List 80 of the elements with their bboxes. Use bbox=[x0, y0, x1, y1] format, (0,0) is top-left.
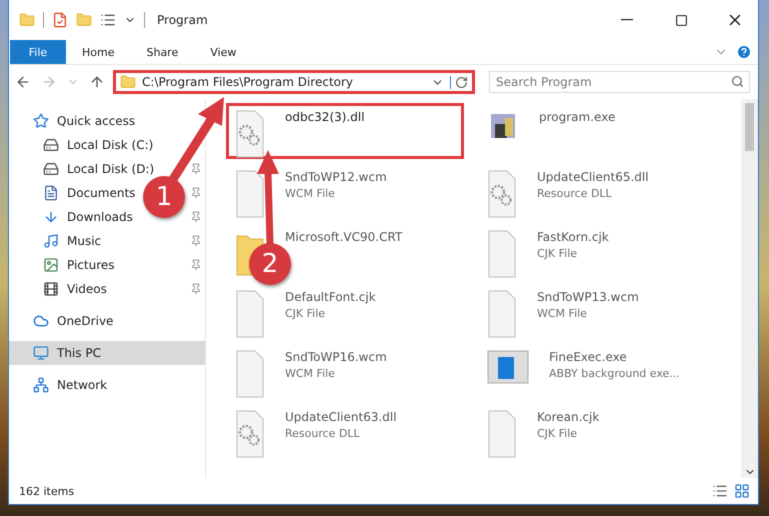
file-name[interactable]: Microsoft.VC90.CRT bbox=[285, 230, 402, 244]
sidebar-item[interactable]: Pictures bbox=[67, 258, 115, 272]
pin-icon[interactable] bbox=[190, 163, 202, 175]
file-type: Resource DLL bbox=[285, 427, 361, 440]
file-type: WCM File bbox=[285, 367, 336, 380]
search-field[interactable]: Search Program bbox=[489, 71, 750, 93]
file-name[interactable]: DefaultFont.cjk bbox=[285, 290, 376, 304]
refresh-icon[interactable] bbox=[450, 76, 468, 88]
file-name[interactable]: program.exe bbox=[539, 110, 616, 124]
sidebar-item[interactable]: Downloads bbox=[67, 210, 133, 224]
sidebar-item[interactable]: Music bbox=[67, 234, 102, 248]
sidebar-item[interactable]: Network bbox=[57, 378, 108, 392]
folder-icon[interactable] bbox=[76, 12, 92, 28]
gear-file-icon bbox=[487, 170, 517, 218]
file-name[interactable]: FastKorn.cjk bbox=[537, 230, 609, 244]
file-type: Resource DLL bbox=[537, 187, 613, 200]
address-bar[interactable]: C:\Program Files\Program Directory bbox=[113, 70, 475, 94]
file-name[interactable]: Korean.cjk bbox=[537, 410, 600, 424]
file-type: ABBY background exe... bbox=[549, 367, 680, 380]
gear-file-icon bbox=[235, 410, 265, 458]
cloud-icon bbox=[33, 313, 49, 329]
file-icon bbox=[487, 410, 517, 458]
pin-icon[interactable] bbox=[190, 211, 202, 223]
file-name[interactable]: SndToWP16.wcm bbox=[285, 350, 387, 364]
sidebar-item[interactable]: Documents bbox=[67, 186, 136, 200]
item-count: 162 items bbox=[19, 484, 76, 498]
details-view-icon[interactable] bbox=[712, 483, 728, 499]
sidebar-item[interactable]: This PC bbox=[57, 346, 101, 360]
gear-file-icon bbox=[235, 110, 265, 158]
file-type: CJK File bbox=[285, 307, 326, 320]
maximize-icon bbox=[674, 14, 688, 26]
file-type: CJK File bbox=[537, 427, 578, 440]
file-icon bbox=[235, 290, 265, 338]
folder-icon bbox=[120, 74, 136, 90]
file-name[interactable]: odbc32(3).dll bbox=[285, 110, 365, 124]
ribbon-tab[interactable]: Share bbox=[130, 40, 194, 64]
document-icon bbox=[43, 185, 59, 201]
help-icon[interactable] bbox=[736, 44, 752, 60]
pin-icon[interactable] bbox=[190, 187, 202, 199]
file-icon bbox=[487, 290, 517, 338]
film-icon bbox=[43, 281, 59, 297]
file-name[interactable]: UpdateClient65.dll bbox=[537, 170, 649, 184]
large-icons-view-icon[interactable] bbox=[734, 483, 750, 499]
application-window-icon bbox=[487, 350, 529, 384]
file-icon bbox=[487, 230, 517, 278]
pin-icon[interactable] bbox=[190, 283, 202, 295]
properties-icon[interactable] bbox=[100, 12, 116, 28]
monitor-icon bbox=[33, 345, 49, 361]
sidebar-item[interactable]: Quick access bbox=[57, 114, 136, 128]
file-name[interactable]: SndToWP13.wcm bbox=[537, 290, 639, 304]
pin-icon[interactable] bbox=[190, 259, 202, 271]
file-type: WCM File bbox=[537, 307, 588, 320]
ribbon-tab[interactable]: View bbox=[194, 40, 252, 64]
sidebar-item[interactable]: Videos bbox=[67, 282, 107, 296]
network-icon bbox=[33, 377, 49, 393]
minimize-icon bbox=[621, 19, 633, 21]
scrollbar-thumb[interactable] bbox=[745, 103, 754, 151]
search-icon bbox=[731, 75, 744, 88]
sidebar-item[interactable]: OneDrive bbox=[57, 314, 114, 328]
sidebar-item[interactable]: Local Disk (C:) bbox=[67, 138, 154, 152]
picture-icon bbox=[43, 257, 59, 273]
pin-icon[interactable] bbox=[190, 235, 202, 247]
sidebar-item[interactable]: Local Disk (D:) bbox=[67, 162, 154, 176]
checklist-icon[interactable] bbox=[52, 12, 68, 28]
file-name[interactable]: SndToWP12.wcm bbox=[285, 170, 387, 184]
window-title: Program bbox=[157, 13, 209, 27]
star-icon bbox=[33, 113, 49, 129]
drive-icon bbox=[43, 137, 59, 153]
folder-icon[interactable] bbox=[19, 12, 35, 28]
scrollbar[interactable] bbox=[741, 99, 758, 478]
ribbon-tab[interactable]: Home bbox=[66, 40, 130, 64]
file-type: WCM File bbox=[285, 187, 336, 200]
ribbon-tab[interactable]: File bbox=[10, 40, 66, 64]
file-name[interactable]: FineExec.exe bbox=[549, 350, 680, 364]
file-type: CJK File bbox=[537, 247, 578, 260]
file-name[interactable]: UpdateClient63.dll bbox=[285, 410, 397, 424]
drive-icon bbox=[43, 161, 59, 177]
file-icon bbox=[235, 350, 265, 398]
file-icon bbox=[235, 170, 265, 218]
music-note-icon bbox=[43, 233, 59, 249]
